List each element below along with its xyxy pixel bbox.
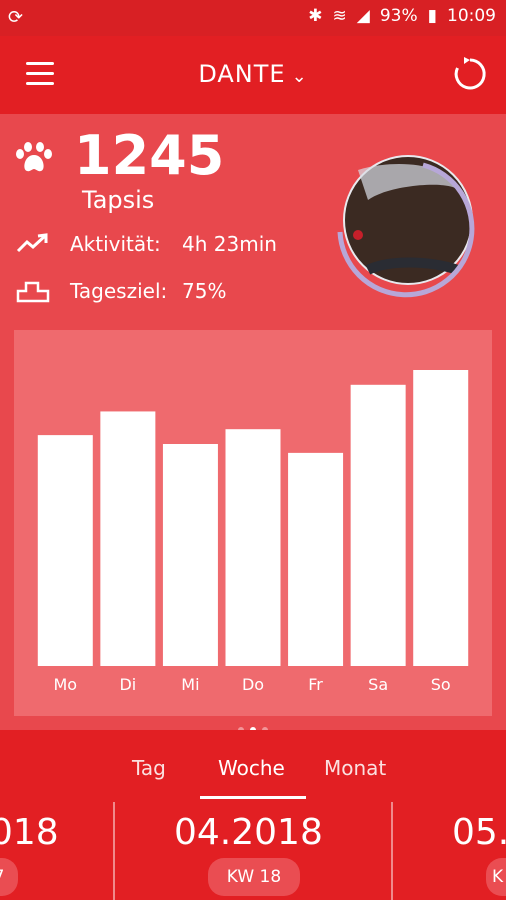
chevron-down-icon: ⌄ [291, 66, 308, 87]
app-bar: DANTE ⌄ [0, 36, 506, 114]
tick-label-mi: Mi [181, 675, 199, 694]
tick-label-so: So [431, 675, 451, 694]
activity-row: Aktivität: 4h 23min [16, 232, 277, 256]
tab-tag[interactable]: Tag [132, 756, 166, 780]
bluetooth-icon: ✱ [308, 6, 323, 26]
divider [391, 802, 393, 900]
battery-icon: ▮ [427, 6, 437, 26]
page-title: DANTE [198, 60, 286, 88]
wifi-icon: ≋ [332, 6, 347, 26]
bar-di[interactable] [100, 411, 156, 666]
next-week-badge: K [486, 858, 506, 896]
tick-label-sa: Sa [368, 675, 388, 694]
dog-selector[interactable]: DANTE ⌄ [0, 60, 506, 88]
battery-percent: 93% [379, 6, 418, 26]
bar-mo[interactable] [37, 435, 93, 666]
goal-label: Tagesziel: [70, 279, 168, 303]
tick-label-mo: Mo [53, 675, 77, 694]
tick-label-fr: Fr [308, 675, 323, 694]
tick-label-di: Di [119, 675, 136, 694]
week-badge: KW 18 [208, 858, 300, 896]
tab-monat[interactable]: Monat [324, 756, 386, 780]
period-panel: Tag Woche Monat 018 04.2018 05. 7 KW 18 … [0, 730, 506, 900]
clock: 10:09 [447, 6, 496, 26]
tab-woche[interactable]: Woche [218, 756, 285, 780]
previous-week-badge: 7 [0, 858, 18, 896]
activity-label: Aktivität: [70, 232, 161, 256]
tick-label-do: Do [242, 675, 264, 694]
bar-fr[interactable] [288, 452, 344, 666]
bar-sa[interactable] [350, 384, 406, 666]
bar-mi[interactable] [162, 444, 218, 666]
goal-value: 75% [182, 279, 227, 303]
weekly-chart: Mo Di Mi Do Fr Sa So [14, 330, 492, 716]
trending-up-icon [16, 233, 48, 253]
previous-period[interactable]: 018 [0, 812, 59, 853]
step-count: 1245 [74, 124, 225, 187]
podium-icon [16, 281, 50, 303]
refresh-icon[interactable] [452, 56, 488, 92]
bar-so[interactable] [413, 370, 469, 666]
bar-chart: Mo Di Mi Do Fr Sa So [37, 370, 469, 694]
goal-row: Tagesziel: 75% [16, 279, 226, 303]
status-bar: ⟳ ✱ ≋ ◢ 93% ▮ 10:09 [0, 0, 506, 36]
next-period[interactable]: 05. [452, 812, 506, 853]
sync-icon: ⟳ [8, 7, 24, 28]
active-tab-underline [200, 796, 306, 799]
signal-icon: ◢ [356, 6, 370, 26]
dog-avatar[interactable] [328, 140, 488, 300]
activity-value: 4h 23min [182, 232, 277, 256]
step-unit: Tapsis [82, 186, 155, 214]
divider [113, 802, 115, 900]
status-icons: ✱ ≋ ◢ 93% ▮ 10:09 [308, 6, 496, 26]
paw-icon [16, 142, 52, 172]
bar-do[interactable] [225, 429, 281, 666]
current-period: 04.2018 [174, 812, 323, 853]
